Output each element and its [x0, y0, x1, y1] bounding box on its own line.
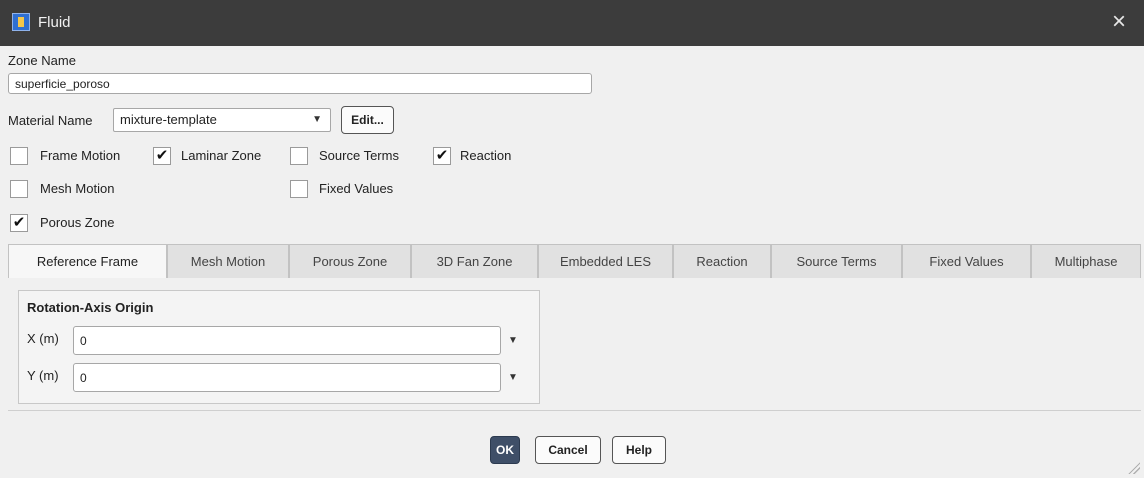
- tab-fixed-values[interactable]: Fixed Values: [902, 244, 1031, 278]
- mesh-motion-checkbox[interactable]: [10, 180, 28, 198]
- tab-embedded-les[interactable]: Embedded LES: [538, 244, 673, 278]
- tab-mesh-motion[interactable]: Mesh Motion: [167, 244, 289, 278]
- y-origin-label: Y (m): [27, 368, 59, 383]
- source-terms-checkbox[interactable]: [290, 147, 308, 165]
- tab-multiphase[interactable]: Multiphase: [1031, 244, 1141, 278]
- porous-zone-checkbox[interactable]: ✔: [10, 214, 28, 232]
- mesh-motion-label: Mesh Motion: [40, 181, 115, 196]
- reference-frame-panel: Rotation-Axis Origin X (m) ▼ Y (m) ▼: [8, 278, 1141, 411]
- porous-zone-label: Porous Zone: [40, 215, 115, 230]
- tab-3d-fan-zone[interactable]: 3D Fan Zone: [411, 244, 538, 278]
- x-origin-dropdown-icon[interactable]: ▼: [506, 334, 520, 348]
- help-button[interactable]: Help: [612, 436, 666, 464]
- x-origin-label: X (m): [27, 331, 59, 346]
- title-bar: Fluid ×: [0, 0, 1144, 46]
- zone-name-input[interactable]: [8, 73, 592, 94]
- tab-reference-frame[interactable]: Reference Frame: [8, 244, 167, 279]
- tab-bar: Reference Frame Mesh Motion Porous Zone …: [8, 244, 1141, 279]
- frame-motion-checkbox[interactable]: [10, 147, 28, 165]
- resize-grip-icon[interactable]: [1128, 462, 1140, 474]
- fixed-values-checkbox[interactable]: [290, 180, 308, 198]
- close-icon[interactable]: ×: [1106, 8, 1132, 36]
- source-terms-label: Source Terms: [319, 148, 399, 163]
- reaction-checkbox[interactable]: ✔: [433, 147, 451, 165]
- fixed-values-label: Fixed Values: [319, 181, 394, 196]
- material-name-label: Material Name: [8, 113, 93, 128]
- rotation-axis-origin-title: Rotation-Axis Origin: [27, 300, 154, 315]
- material-select[interactable]: mixture-template ▼: [113, 108, 331, 132]
- laminar-zone-checkbox[interactable]: ✔: [153, 147, 171, 165]
- y-origin-input[interactable]: [73, 363, 501, 392]
- tab-reaction[interactable]: Reaction: [673, 244, 771, 278]
- frame-motion-label: Frame Motion: [40, 148, 121, 163]
- chevron-down-icon: ▼: [312, 114, 322, 125]
- zone-name-label: Zone Name: [8, 53, 76, 68]
- tab-porous-zone[interactable]: Porous Zone: [289, 244, 411, 278]
- rotation-axis-origin-group: Rotation-Axis Origin X (m) ▼ Y (m) ▼: [18, 290, 540, 404]
- reaction-label: Reaction: [460, 148, 512, 163]
- app-icon: [12, 13, 30, 31]
- y-origin-dropdown-icon[interactable]: ▼: [506, 371, 520, 385]
- ok-button[interactable]: OK: [490, 436, 520, 464]
- material-select-value: mixture-template: [120, 112, 217, 127]
- laminar-zone-label: Laminar Zone: [181, 148, 262, 163]
- cancel-button[interactable]: Cancel: [535, 436, 601, 464]
- x-origin-input[interactable]: [73, 326, 501, 355]
- tab-source-terms[interactable]: Source Terms: [771, 244, 902, 278]
- window-title: Fluid: [38, 14, 71, 31]
- edit-material-button[interactable]: Edit...: [341, 106, 394, 134]
